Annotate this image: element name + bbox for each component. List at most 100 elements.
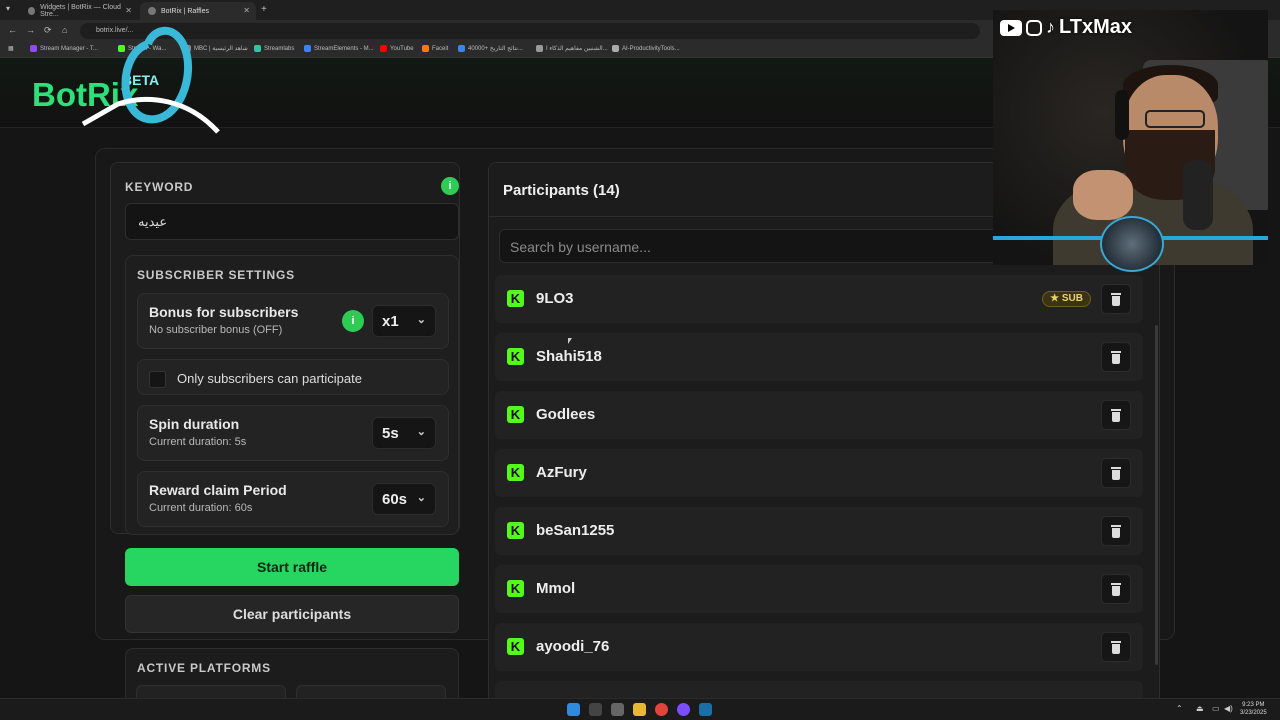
spin-duration-select[interactable]: 5s ⌄ xyxy=(372,417,436,449)
trash-icon xyxy=(1112,412,1120,422)
reward-subtitle: Current duration: 60s xyxy=(149,502,253,514)
clear-participants-button[interactable]: Clear participants xyxy=(125,595,459,633)
delete-participant-button[interactable] xyxy=(1101,284,1131,314)
tray-usb-icon[interactable]: ⏏ xyxy=(1196,704,1204,713)
headset-icon xyxy=(1115,90,1129,140)
shark-mascot-icon xyxy=(1100,216,1164,272)
keyword-label: KEYWORD xyxy=(125,180,194,194)
bookmark-item[interactable]: الشنبين مفاهيم الذكاء ا... xyxy=(536,45,608,52)
trash-icon xyxy=(1112,644,1120,654)
trash-icon xyxy=(1112,470,1120,480)
task-view-icon[interactable] xyxy=(611,703,624,716)
trash-icon xyxy=(1112,528,1120,538)
bookmark-item[interactable]: Streamlabs xyxy=(254,45,294,52)
instagram-icon xyxy=(1026,19,1042,36)
bonus-subtitle: No subscriber bonus (OFF) xyxy=(149,324,283,336)
kick-icon: K xyxy=(507,580,524,597)
delete-participant-button[interactable] xyxy=(1101,400,1131,430)
apps-icon[interactable]: ▦ xyxy=(8,45,14,52)
participant-row: K ayoodi_76 xyxy=(495,623,1143,671)
trash-icon xyxy=(1111,409,1121,411)
kick-icon: K xyxy=(507,464,524,481)
bookmark-item[interactable]: AI-ProductivityTools... xyxy=(612,45,680,52)
kick-icon: K xyxy=(507,290,524,307)
microphone-icon xyxy=(1183,160,1213,230)
bookmark-label: StreamElements - M... xyxy=(314,45,374,52)
bookmark-item[interactable]: StreamElements - M... xyxy=(304,45,374,52)
mouse-cursor-icon xyxy=(568,338,572,344)
bonus-info-icon[interactable]: i xyxy=(342,310,364,332)
delete-participant-button[interactable] xyxy=(1101,632,1131,662)
chrome-icon[interactable] xyxy=(655,703,668,716)
forward-icon[interactable]: → xyxy=(26,25,35,35)
bookmark-favicon-icon xyxy=(536,45,543,52)
bookmark-favicon-icon xyxy=(380,45,387,52)
bookmark-item[interactable]: YouTube xyxy=(380,45,414,52)
back-icon[interactable]: ← xyxy=(8,25,17,35)
search-icon[interactable] xyxy=(589,703,602,716)
reward-period-select[interactable]: 60s ⌄ xyxy=(372,483,436,515)
bonus-setting: Bonus for subscribers No subscriber bonu… xyxy=(137,293,449,349)
participant-name: Mmol xyxy=(536,580,576,597)
raffle-settings-panel: KEYWORD i عيديه SUBSCRIBER SETTINGS Bonu… xyxy=(110,162,460,535)
trash-icon xyxy=(1111,583,1121,585)
close-tab-icon[interactable]: ✕ xyxy=(243,6,250,15)
trash-icon xyxy=(1111,641,1121,643)
taskbar-clock[interactable]: 9:23 PM 3/23/2025 xyxy=(1240,701,1267,717)
participants-scrollbar[interactable] xyxy=(1155,325,1158,665)
windows-taskbar: ⌃ ⏏ ▭ ◀) 9:23 PM 3/23/2025 xyxy=(0,698,1280,720)
bookmark-favicon-icon xyxy=(458,45,465,52)
only-subs-checkbox[interactable] xyxy=(149,371,166,388)
delete-participant-button[interactable] xyxy=(1101,342,1131,372)
clock-time: 9:23 PM xyxy=(1242,702,1265,708)
app-icon[interactable] xyxy=(677,703,690,716)
bookmark-label: Faceit xyxy=(432,45,449,52)
active-platforms-label: ACTIVE PLATFORMS xyxy=(137,661,271,675)
only-subs-setting[interactable]: Only subscribers can participate xyxy=(137,359,449,395)
trash-icon xyxy=(1111,467,1121,469)
participant-row: K Mmol xyxy=(495,565,1143,613)
start-raffle-button[interactable]: Start raffle xyxy=(125,548,459,586)
start-icon[interactable] xyxy=(567,703,580,716)
bookmark-label: YouTube xyxy=(390,45,414,52)
tab-search-icon[interactable]: ▾ xyxy=(6,4,10,13)
participant-name: Godlees xyxy=(536,406,596,423)
tray-volume-icon[interactable]: ◀) xyxy=(1224,704,1233,713)
trash-icon xyxy=(1112,354,1120,364)
participant-row: K Shahi518 xyxy=(495,333,1143,381)
keyword-info-icon[interactable]: i xyxy=(441,177,459,195)
tray-chevron-icon[interactable]: ⌃ xyxy=(1176,704,1183,713)
reward-period-value: 60s xyxy=(382,491,408,508)
new-tab-icon[interactable]: + xyxy=(261,4,267,15)
delete-participant-button[interactable] xyxy=(1101,458,1131,488)
participant-name: Shahi518 xyxy=(536,348,602,365)
file-explorer-icon[interactable] xyxy=(633,703,646,716)
reload-icon[interactable]: ⟳ xyxy=(44,25,52,36)
bookmark-item[interactable]: 40000+ نتائج التاريخ... xyxy=(458,45,523,52)
delete-participant-button[interactable] xyxy=(1101,574,1131,604)
participant-row: K beSan1255 xyxy=(495,507,1143,555)
spin-duration-value: 5s xyxy=(382,425,399,442)
participant-row: K AzFury xyxy=(495,449,1143,497)
participant-name: AzFury xyxy=(536,464,587,481)
clock-date: 3/23/2025 xyxy=(1240,710,1267,716)
trash-icon xyxy=(1111,351,1121,353)
app-root: ▾ Widgets | BotRix — Cloud Stre... ✕ Bot… xyxy=(0,0,1280,720)
delete-participant-button[interactable] xyxy=(1101,516,1131,546)
bookmark-label: Streamlabs xyxy=(264,45,295,52)
bookmark-item[interactable]: Faceit xyxy=(422,45,448,52)
home-icon[interactable]: ⌂ xyxy=(62,25,67,35)
tray-network-icon[interactable]: ▭ xyxy=(1212,704,1220,713)
kick-icon: K xyxy=(507,638,524,655)
bonus-multiplier-value: x1 xyxy=(382,313,399,330)
steam-icon[interactable] xyxy=(699,703,712,716)
bookmark-favicon-icon xyxy=(612,45,619,52)
keyword-input[interactable]: عيديه xyxy=(125,203,459,240)
streamer-hand xyxy=(1073,170,1133,220)
youtube-icon xyxy=(1000,19,1022,36)
participant-name: 9LO3 xyxy=(536,290,574,307)
streamer-handle-text: LTxMax xyxy=(1059,16,1132,38)
bookmark-label: الشنبين مفاهيم الذكاء ا... xyxy=(546,46,608,52)
kick-icon: K xyxy=(507,348,524,365)
bonus-multiplier-select[interactable]: x1 ⌄ xyxy=(372,305,436,337)
